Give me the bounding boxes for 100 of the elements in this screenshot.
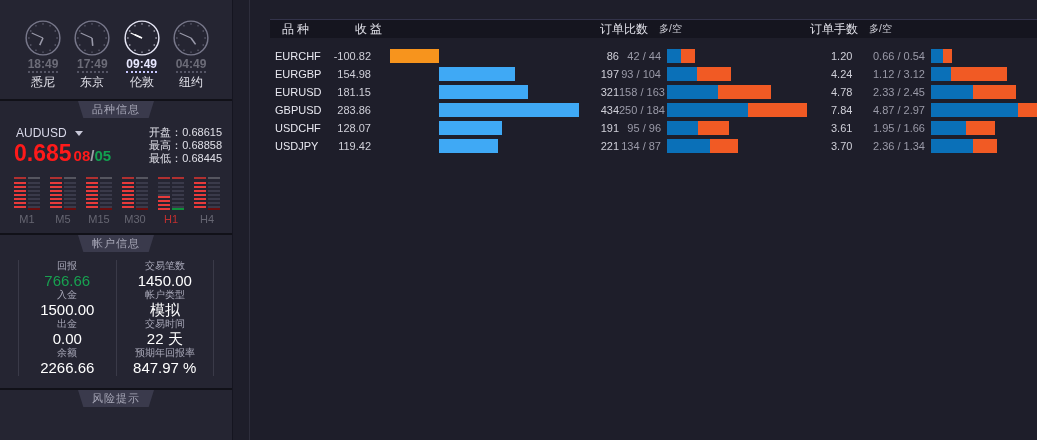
table-cell-text: EURGBP (275, 68, 323, 80)
table-cell-text: 1.20 (831, 50, 854, 62)
timeframe-label[interactable]: M30 (124, 213, 146, 225)
price-stat: 开盘：0.68615 (149, 126, 222, 139)
table-cell-text: 191 (599, 122, 619, 134)
price-stat: 最低：0.68445 (149, 152, 222, 165)
long-bar (667, 85, 718, 99)
table-cell-text: 7.84 (831, 104, 854, 116)
clock-time: 09:49 (126, 57, 157, 73)
column-subheader: 多/空 (659, 22, 683, 36)
long-bar (667, 67, 697, 81)
table-cell-text: 86 (605, 50, 619, 62)
short-bar (951, 67, 1007, 81)
table-cell-text: 1.12 / 3.12 (872, 68, 925, 80)
short-bar (942, 49, 953, 63)
table-cell-text: 95 / 96 (626, 122, 661, 134)
clock-icon (25, 20, 61, 56)
table-cell-text: 93 / 104 (620, 68, 661, 80)
price-quote: 0.68508/05 (14, 140, 112, 167)
clock-icon (173, 20, 209, 56)
long-bar (667, 121, 698, 135)
table-cell-text: 42 / 44 (626, 50, 661, 62)
table-cell-text: 0.66 / 0.54 (872, 50, 925, 62)
strength-meter (50, 177, 76, 210)
field-value: 1500.00 (40, 301, 95, 318)
section-title: 风险提示 (78, 390, 154, 407)
profit-bar (439, 121, 503, 135)
price-stat: 最高：0.68858 (149, 139, 222, 152)
table-cell-text: 3.61 (831, 122, 854, 134)
table-cell-text: EURCHF (275, 50, 322, 62)
strength-meter (194, 177, 220, 210)
short-bar (697, 67, 731, 81)
table-cell-text: 4.24 (831, 68, 854, 80)
city-label[interactable]: 悉尼 (31, 74, 55, 91)
table-cell-text: 197 (599, 68, 619, 80)
field-label: 交易笔数 (144, 260, 185, 272)
field-label: 预期年回报率 (134, 347, 195, 359)
table-cell-text: 4.78 (831, 86, 854, 98)
column-subheader: 多/空 (869, 22, 893, 36)
timeframe-label[interactable]: H1 (163, 213, 179, 225)
column-header: 订单手数 (810, 20, 859, 38)
timeframe-label[interactable]: M15 (88, 213, 110, 225)
field-value: 766.66 (44, 272, 91, 289)
field-value: 847.97 % (133, 359, 197, 376)
clock-time: 18:49 (27, 57, 59, 73)
table-cell-text: 2.33 / 2.45 (872, 86, 925, 98)
loss-bar (390, 49, 439, 63)
long-bar (931, 139, 974, 153)
table-cell-text: 181.15 (336, 86, 371, 98)
strength-meter (86, 177, 112, 210)
table-cell-text: 434 (599, 104, 619, 116)
strength-meter (14, 177, 40, 210)
city-label[interactable]: 纽约 (179, 74, 203, 91)
short-bar (717, 85, 771, 99)
symbol-dropdown[interactable]: AUDUSD (14, 126, 112, 140)
field-label: 入金 (57, 289, 78, 301)
field-label: 帐户类型 (144, 289, 185, 301)
short-bar (973, 139, 998, 153)
table-cell-text: 128.07 (336, 122, 371, 134)
city-label[interactable]: 东京 (80, 74, 105, 91)
clock-icon (74, 20, 111, 56)
timeframe-label[interactable]: H4 (199, 213, 215, 225)
column-header: 订单比数 (600, 20, 649, 38)
long-bar (931, 67, 951, 81)
table-cell-text: USDCHF (275, 122, 322, 134)
clock-time: 17:49 (76, 57, 108, 73)
field-label: 交易时间 (144, 318, 185, 330)
table-cell-text: GBPUSD (275, 104, 323, 116)
field-label: 出金 (57, 318, 78, 330)
field-value: 0.00 (52, 330, 82, 347)
timeframe-label[interactable]: M1 (19, 213, 35, 225)
section-title: 品种信息 (78, 101, 154, 118)
short-bar (697, 121, 729, 135)
short-bar (965, 121, 996, 135)
table-cell-text: 119.42 (337, 140, 371, 152)
short-bar (710, 139, 739, 153)
long-bar (931, 121, 966, 135)
table-cell-text: 3.70 (831, 140, 854, 152)
table-cell-text: 321 (599, 86, 619, 98)
field-value: 22 天 (146, 330, 183, 347)
table-cell-text: 4.87 / 2.97 (872, 104, 925, 116)
table-cell-text: 134 / 87 (620, 140, 661, 152)
table-cell-text: USDJPY (275, 140, 320, 152)
table-cell-text: 154.98 (336, 68, 371, 80)
field-label: 余额 (57, 347, 78, 359)
long-bar (667, 49, 681, 63)
short-bar (972, 85, 1017, 99)
table-cell-text: EURUSD (275, 86, 323, 98)
clock-time: 04:49 (175, 57, 207, 73)
field-value: 2266.66 (40, 359, 95, 376)
field-value: 模拟 (149, 301, 180, 318)
table-cell-text: 221 (599, 140, 619, 152)
long-bar (931, 85, 973, 99)
column-header: 品 种 (282, 20, 311, 38)
city-label[interactable]: 伦敦 (129, 74, 154, 91)
table-cell-text: 1.95 / 1.66 (872, 122, 925, 134)
table-cell-text: -100.82 (332, 50, 371, 62)
strength-meter (158, 177, 184, 210)
column-header: 收 益 (355, 20, 384, 38)
timeframe-label[interactable]: M5 (55, 213, 71, 225)
